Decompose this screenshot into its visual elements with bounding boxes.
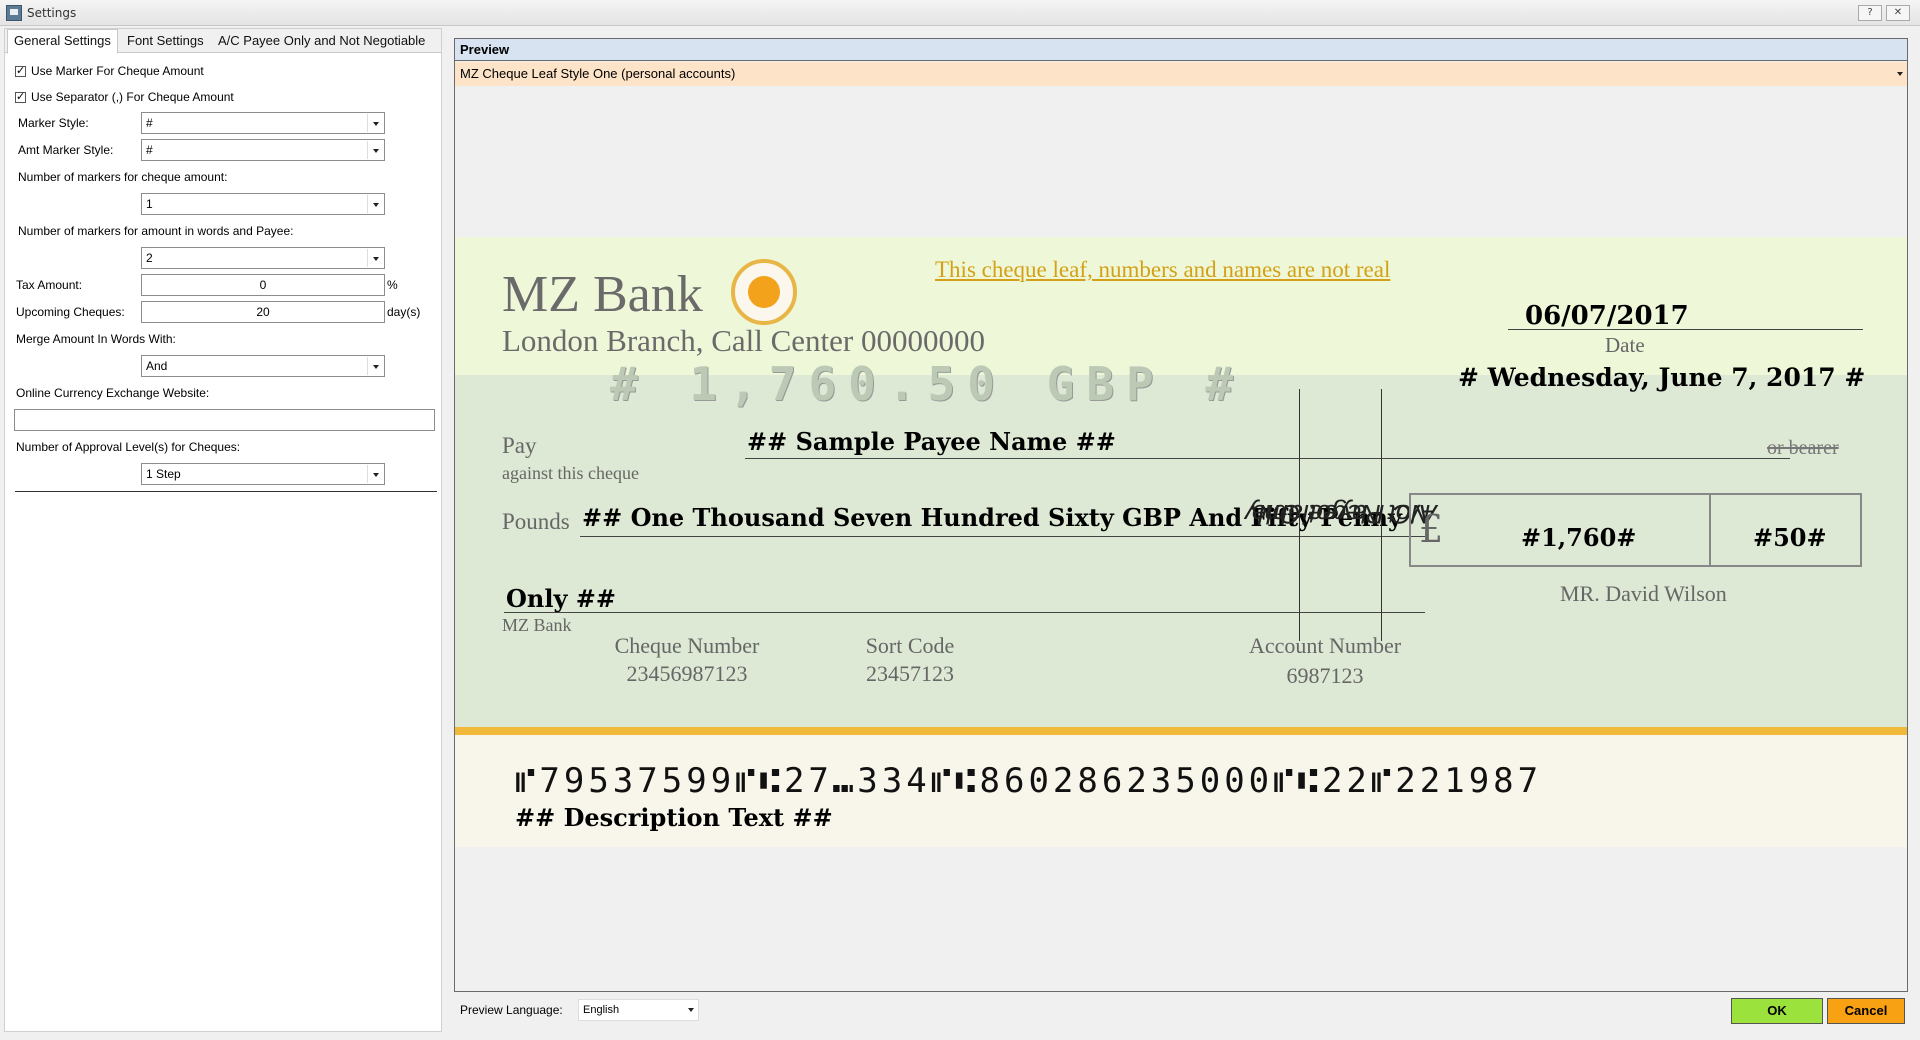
divider: [15, 491, 437, 492]
bank-signature-label: MZ Bank: [502, 615, 572, 635]
marker-style-value: #: [146, 116, 153, 130]
payee-line: [745, 458, 1790, 459]
exchange-website-input[interactable]: [14, 409, 435, 431]
bank-branch: London Branch, Call Center 00000000: [502, 323, 985, 358]
disclaimer-text: This cheque leaf, numbers and names are …: [935, 257, 1391, 282]
sort-code-label: Sort Code: [865, 633, 955, 658]
num-markers-words-label: Number of markers for amount in words an…: [18, 224, 294, 238]
upcoming-cheques-input[interactable]: 20: [141, 301, 385, 323]
chevron-down-icon: [1897, 72, 1903, 79]
long-date: # Wednesday, June 7, 2017 #: [1458, 363, 1866, 392]
amount-marker-text: # 1,760.50 GBP #: [610, 357, 1246, 411]
marker-style-select[interactable]: #: [141, 112, 385, 134]
tab-bar: General Settings Font Settings A/C Payee…: [5, 29, 441, 54]
preview-language-value: English: [583, 1004, 620, 1016]
description-text: ## Description Text ##: [515, 803, 833, 832]
merge-select[interactable]: And: [141, 355, 385, 377]
marker-style-label: Marker Style:: [18, 116, 89, 130]
cheque-number-label: Cheque Number: [614, 633, 760, 658]
payee-name: ## Sample Payee Name ##: [747, 427, 1116, 456]
preview-panel: Preview MZ Cheque Leaf Style One (person…: [454, 38, 1908, 992]
account-number-label: Account Number: [1248, 633, 1402, 658]
num-markers-amount-value: 1: [146, 197, 153, 211]
ok-button[interactable]: OK: [1731, 998, 1823, 1024]
num-markers-amount-select[interactable]: 1: [141, 193, 385, 215]
amount-main: #1,760#: [1521, 523, 1637, 552]
cheque-date: 06/07/2017: [1525, 301, 1689, 331]
title-bar: Settings ? ✕: [0, 0, 1920, 26]
date-label: Date: [1605, 333, 1645, 357]
cheque-number-value: 23456987123: [626, 661, 748, 686]
only-line: [504, 612, 1425, 613]
upcoming-cheques-label: Upcoming Cheques:: [16, 305, 125, 319]
tax-amount-input[interactable]: 0: [141, 274, 385, 296]
chevron-down-icon: [367, 114, 383, 132]
tab-general-settings[interactable]: General Settings: [7, 29, 118, 54]
crossing-text: Not Negotiable A/C Payee Only: [1245, 391, 1437, 637]
account-holder-name: MR. David Wilson: [1560, 581, 1727, 606]
preview-language-label: Preview Language:: [460, 1003, 563, 1017]
use-marker-checkbox[interactable]: Use Marker For Cheque Amount: [15, 64, 204, 78]
against-label: against this cheque: [502, 463, 639, 483]
cheque-style-value: MZ Cheque Leaf Style One (personal accou…: [460, 66, 736, 81]
approval-select[interactable]: 1 Step: [141, 463, 385, 485]
bank-logo-icon: [731, 259, 797, 325]
preview-language-select[interactable]: English: [578, 999, 699, 1021]
window-title: Settings: [27, 6, 77, 20]
amt-marker-style-label: Amt Marker Style:: [18, 143, 114, 157]
num-markers-amount-label: Number of markers for cheque amount:: [18, 170, 228, 184]
only-text: Only ##: [506, 584, 616, 613]
pay-label: Pay: [502, 433, 537, 458]
pounds-label: Pounds: [502, 509, 570, 534]
use-marker-label: Use Marker For Cheque Amount: [31, 64, 204, 78]
chevron-down-icon: [688, 1008, 694, 1015]
preview-header: Preview: [455, 39, 1907, 61]
date-line: [1508, 329, 1863, 330]
num-markers-words-select[interactable]: 2: [141, 247, 385, 269]
amt-marker-style-select[interactable]: #: [141, 139, 385, 161]
tax-amount-label: Tax Amount:: [16, 278, 83, 292]
sort-code-value: 23457123: [866, 661, 954, 686]
merge-label: Merge Amount In Words With:: [16, 332, 176, 346]
chevron-down-icon: [367, 249, 383, 267]
cheque-style-select[interactable]: MZ Cheque Leaf Style One (personal accou…: [455, 62, 1907, 86]
account-number-value: 6987123: [1286, 663, 1364, 688]
micr-line: ⑈79537599⑈⑆27⑉334⑈⑆860286235000⑈⑆22⑈2219…: [515, 761, 1543, 801]
help-button[interactable]: ?: [1858, 5, 1882, 21]
chevron-down-icon: [367, 465, 383, 483]
chevron-down-icon: [367, 357, 383, 375]
use-separator-checkbox[interactable]: Use Separator (,) For Cheque Amount: [15, 90, 234, 104]
approval-value: 1 Step: [146, 467, 181, 481]
close-button[interactable]: ✕: [1886, 5, 1910, 21]
approval-label: Number of Approval Level(s) for Cheques:: [16, 440, 241, 454]
currency-symbol: £: [1419, 507, 1444, 551]
upcoming-unit-label: day(s): [387, 305, 421, 319]
exchange-label: Online Currency Exchange Website:: [16, 386, 210, 400]
chevron-down-icon: [367, 141, 383, 159]
cancel-button[interactable]: Cancel: [1827, 998, 1905, 1024]
num-markers-words-value: 2: [146, 251, 153, 265]
merge-value: And: [146, 359, 168, 373]
use-separator-label: Use Separator (,) For Cheque Amount: [31, 90, 234, 104]
tab-font-settings[interactable]: Font Settings: [121, 30, 210, 53]
checkbox-checked-icon: [15, 90, 26, 103]
amount-minor: #50#: [1753, 523, 1827, 552]
tax-unit-label: %: [387, 278, 398, 292]
amt-marker-style-value: #: [146, 143, 153, 157]
cheque-preview: MZ Bank London Branch, Call Center 00000…: [455, 237, 1907, 847]
amount-box: £ #1,760# #50#: [1409, 493, 1862, 567]
settings-panel: General Settings Font Settings A/C Payee…: [4, 28, 442, 1032]
bank-name: MZ Bank: [502, 266, 703, 323]
bearer-label: or bearer: [1767, 437, 1839, 459]
chevron-down-icon: [367, 195, 383, 213]
app-icon: [6, 5, 22, 21]
checkbox-checked-icon: [15, 64, 26, 77]
cheque-gold-band: [455, 727, 1907, 735]
amount-divider: [1709, 495, 1711, 565]
tab-ac-payee[interactable]: A/C Payee Only and Not Negotiable: [212, 30, 431, 53]
